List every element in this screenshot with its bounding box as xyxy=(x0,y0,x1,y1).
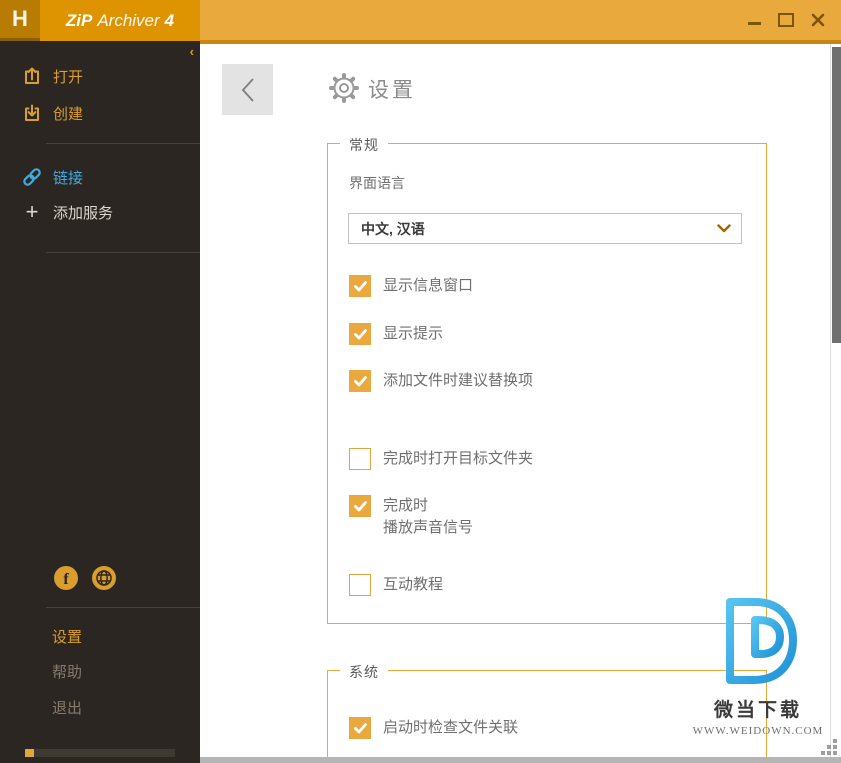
sidebar: ‹ 打开 创建 链接 + 添加服务 f 设置 帮助 退出 xyxy=(0,44,200,763)
titlebar: H ZiP Archiver 4 xyxy=(0,0,841,44)
language-select[interactable]: 中文, 汉语 xyxy=(348,213,742,244)
maximize-icon xyxy=(778,13,794,27)
plus-icon: + xyxy=(25,199,39,224)
app-title: ZiP Archiver 4 xyxy=(40,0,200,41)
vertical-scroll-thumb[interactable] xyxy=(832,47,841,343)
facebook-button[interactable]: f xyxy=(54,566,78,590)
checkbox-checked[interactable] xyxy=(349,717,371,739)
settings-page: 设置 常规 界面语言 中文, 汉语 显示信息窗口 显示提示 添加文件时建议替换项… xyxy=(200,44,841,763)
sidebar-item-label: 创建 xyxy=(53,105,84,123)
open-archive-icon xyxy=(20,64,44,88)
checkbox-row-show-tips[interactable]: 显示提示 xyxy=(349,323,443,345)
minimize-icon xyxy=(747,21,761,25)
sidebar-item-open[interactable]: 打开 xyxy=(0,62,200,90)
checkbox-row-show-info-window[interactable]: 显示信息窗口 xyxy=(349,275,473,297)
language-label: 界面语言 xyxy=(349,175,405,191)
sidebar-item-label: 添加服务 xyxy=(53,204,114,222)
app-version: 4 xyxy=(164,10,175,30)
app-logo-letter: H xyxy=(12,6,28,31)
checkbox-checked[interactable] xyxy=(349,495,371,517)
minimize-button[interactable] xyxy=(743,9,765,31)
sidebar-item-label: 打开 xyxy=(53,68,84,86)
checkbox-label: 启动时检查文件关联 xyxy=(383,719,519,736)
maximize-button[interactable] xyxy=(775,9,797,31)
close-icon xyxy=(811,13,825,27)
system-legend: 系统 xyxy=(340,662,388,682)
general-legend: 常规 xyxy=(340,135,388,155)
checkbox-row-check-file-association[interactable]: 启动时检查文件关联 xyxy=(349,717,518,739)
sidebar-item-label: 链接 xyxy=(53,169,84,187)
facebook-icon: f xyxy=(63,570,69,588)
system-group: 系统 启动时检查文件关联 xyxy=(327,662,767,763)
vertical-scrollbar[interactable] xyxy=(830,44,841,763)
close-button[interactable] xyxy=(807,9,829,31)
sidebar-collapse-button[interactable]: ‹ xyxy=(190,45,194,58)
resize-grip[interactable] xyxy=(821,739,837,755)
chevron-down-icon xyxy=(717,224,731,233)
sidebar-item-link[interactable]: 链接 xyxy=(0,163,200,191)
page-title: 设置 xyxy=(368,79,416,102)
checkbox-row-play-sound[interactable]: 完成时 播放声音信号 xyxy=(349,495,473,539)
back-button[interactable] xyxy=(222,64,273,115)
app-subname: Archiver xyxy=(97,10,160,30)
checkbox-label: 完成时 xyxy=(383,497,429,514)
sidebar-divider xyxy=(46,607,200,608)
checkbox-row-interactive-tutorial[interactable]: 互动教程 xyxy=(349,574,443,596)
sidebar-item-label: 帮助 xyxy=(52,663,83,681)
checkbox-unchecked[interactable] xyxy=(349,574,371,596)
sidebar-item-settings[interactable]: 设置 xyxy=(0,622,200,650)
checkbox-row-suggest-replace[interactable]: 添加文件时建议替换项 xyxy=(349,370,533,392)
sidebar-horizontal-scrollbar[interactable] xyxy=(25,749,175,757)
checkbox-unchecked[interactable] xyxy=(349,448,371,470)
sidebar-item-exit[interactable]: 退出 xyxy=(0,693,200,721)
back-chevron-icon xyxy=(241,77,254,102)
sidebar-item-label: 退出 xyxy=(52,699,83,717)
language-select-value: 中文, 汉语 xyxy=(361,220,425,237)
main-horizontal-scrollbar[interactable] xyxy=(200,757,841,763)
sidebar-item-create[interactable]: 创建 xyxy=(0,99,200,127)
checkbox-checked[interactable] xyxy=(349,275,371,297)
sidebar-divider xyxy=(46,143,200,144)
sidebar-scroll-thumb[interactable] xyxy=(25,749,34,757)
general-group: 常规 界面语言 中文, 汉语 显示信息窗口 显示提示 添加文件时建议替换项 完成… xyxy=(327,135,767,624)
checkbox-label: 显示信息窗口 xyxy=(383,277,474,294)
checkbox-label: 显示提示 xyxy=(383,325,444,342)
checkbox-label: 完成时打开目标文件夹 xyxy=(383,450,534,467)
sidebar-item-help[interactable]: 帮助 xyxy=(0,657,200,685)
globe-icon xyxy=(96,570,112,586)
sidebar-item-label: 设置 xyxy=(52,628,83,646)
titlebar-right xyxy=(200,0,841,44)
gear-icon xyxy=(327,71,361,105)
checkbox-label: 互动教程 xyxy=(383,576,444,593)
app-logo[interactable]: H xyxy=(0,0,40,41)
sidebar-item-add-service[interactable]: + 添加服务 xyxy=(0,198,200,226)
create-archive-icon xyxy=(20,101,44,125)
link-icon xyxy=(20,165,44,189)
titlebar-left: H ZiP Archiver 4 xyxy=(0,0,200,44)
app-name: ZiP xyxy=(65,10,93,30)
checkbox-label: 添加文件时建议替换项 xyxy=(383,372,534,389)
checkbox-sublabel: 播放声音信号 xyxy=(383,519,474,536)
checkbox-checked[interactable] xyxy=(349,370,371,392)
sidebar-divider xyxy=(46,252,200,253)
checkbox-checked[interactable] xyxy=(349,323,371,345)
checkbox-row-open-target-folder[interactable]: 完成时打开目标文件夹 xyxy=(349,448,533,470)
website-button[interactable] xyxy=(92,566,116,590)
